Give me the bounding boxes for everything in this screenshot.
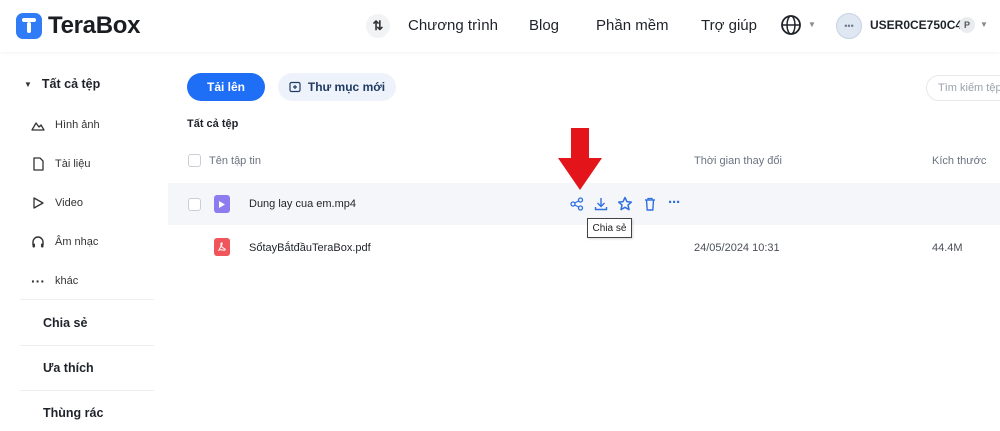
breadcrumb[interactable]: Tất cả tệp [187, 118, 238, 130]
nav-link-software[interactable]: Phần mềm [596, 17, 669, 34]
sidebar-divider [20, 299, 154, 300]
upload-button[interactable]: Tải lên [187, 73, 265, 101]
terabox-logo-icon [16, 13, 42, 39]
username[interactable]: USER0CE750C4 [870, 18, 962, 32]
top-header: TeraBox ⇅ Chương trình Blog Phần mềm Trợ… [0, 0, 1000, 52]
video-file-icon [214, 195, 230, 213]
nav-link-program[interactable]: Chương trình [408, 17, 498, 34]
sidebar-divider [20, 345, 154, 346]
sidebar-item-trash[interactable]: Thùng rác [43, 406, 103, 420]
chevron-down-icon[interactable]: ▼ [808, 20, 816, 29]
sidebar-divider [20, 390, 154, 391]
select-all-checkbox[interactable] [188, 154, 201, 167]
row-checkbox[interactable] [188, 198, 201, 211]
more-icon: ··· [31, 273, 45, 289]
avatar[interactable]: ••• [836, 13, 862, 39]
sidebar-item-label: Âm nhạc [55, 236, 99, 248]
share-icon[interactable] [569, 196, 585, 212]
nav-link-blog[interactable]: Blog [529, 17, 559, 34]
column-header-name[interactable]: Tên tập tin [209, 155, 261, 167]
add-folder-icon [289, 81, 301, 93]
pdf-file-icon [214, 238, 230, 256]
file-size: 44.4M [932, 242, 963, 254]
sidebar-item-label: Hình ảnh [55, 119, 100, 131]
red-arrow-annotation [558, 128, 602, 190]
globe-icon[interactable] [780, 14, 802, 36]
sidebar-item-label: Tất cả tệp [41, 77, 101, 91]
headphones-icon [32, 236, 44, 248]
sidebar-item-images[interactable]: Hình ảnh [31, 118, 100, 132]
sort-icon[interactable]: ⇅ [366, 14, 390, 38]
image-icon [31, 122, 45, 131]
share-tooltip: Chia sẻ [587, 218, 632, 238]
caret-down-icon: ▼ [24, 79, 32, 89]
more-actions-icon[interactable]: ··· [666, 194, 682, 211]
file-name[interactable]: SổtayBắtđầuTeraBox.pdf [249, 242, 371, 254]
sidebar-item-shared[interactable]: Chia sẻ [43, 316, 87, 330]
chevron-down-icon[interactable]: ▼ [980, 20, 988, 29]
sidebar-item-music[interactable]: Âm nhạc [31, 235, 98, 249]
nav-link-help[interactable]: Trợ giúp [701, 17, 757, 34]
sidebar-item-label: Tài liệu [55, 158, 91, 170]
terabox-logo[interactable]: TeraBox [16, 12, 140, 40]
search-input[interactable] [926, 75, 1000, 101]
logo-text: TeraBox [48, 12, 141, 39]
star-icon[interactable] [617, 196, 633, 212]
file-name[interactable]: Dung lay cua em.mp4 [249, 198, 356, 210]
play-icon [33, 197, 44, 209]
column-header-modified[interactable]: Thời gian thay đổi [694, 155, 782, 167]
sidebar-item-label: Video [55, 197, 83, 209]
column-header-size[interactable]: Kích thước [932, 155, 986, 167]
sidebar-item-favorites[interactable]: Ưa thích [43, 361, 94, 375]
sidebar-item-all-files[interactable]: ▼ Tất cả tệp [24, 77, 100, 91]
new-folder-label: Thư mục mới [307, 80, 386, 94]
file-modified-time: 24/05/2024 10:31 [694, 242, 780, 254]
sidebar-item-video[interactable]: Video [31, 196, 83, 210]
sidebar-item-documents[interactable]: Tài liệu [31, 157, 90, 171]
sidebar-item-label: khác [55, 275, 79, 287]
document-icon [33, 157, 44, 171]
trash-icon[interactable] [642, 196, 658, 212]
new-folder-button[interactable]: Thư mục mới [278, 73, 396, 101]
premium-badge: P [959, 17, 975, 33]
sidebar-item-other[interactable]: ··· khác [31, 274, 78, 288]
download-icon[interactable] [593, 196, 609, 212]
